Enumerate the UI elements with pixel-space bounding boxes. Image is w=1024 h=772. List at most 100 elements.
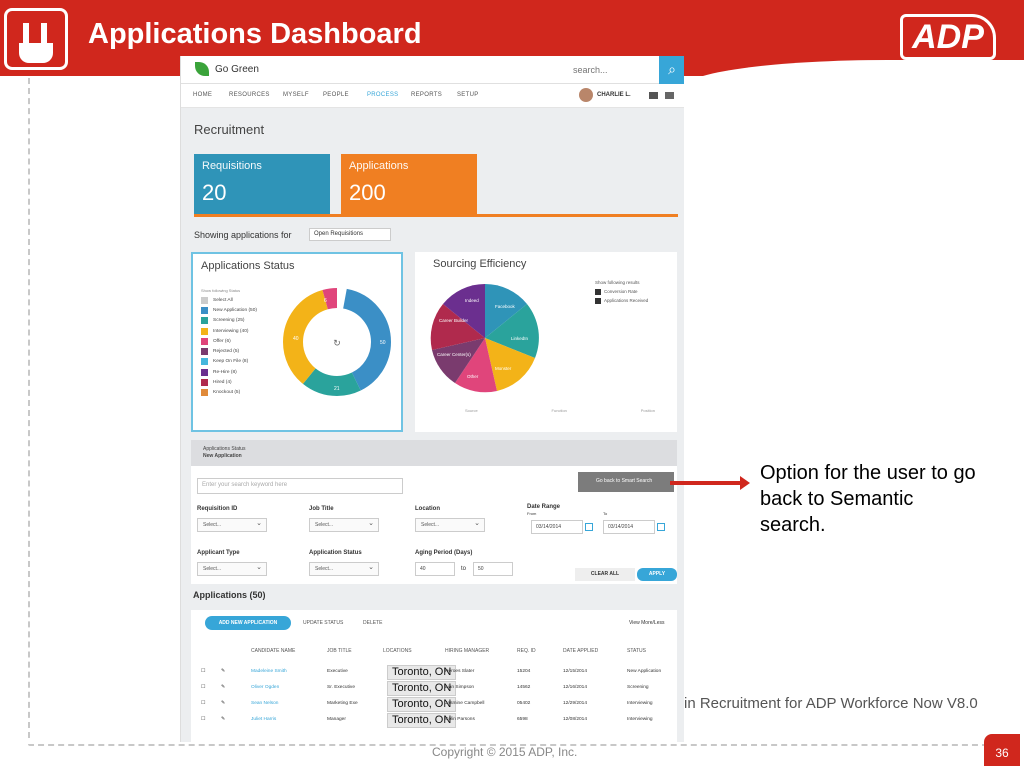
showing-select[interactable]: Open Requisitions xyxy=(309,228,391,241)
col-locations[interactable]: LOCATIONS xyxy=(383,648,412,654)
back-to-smart-search-button[interactable]: Go back to Smart Search xyxy=(578,472,674,492)
legend-item[interactable]: Re-Hire (8) xyxy=(201,367,257,377)
checkbox-icon[interactable] xyxy=(201,296,208,304)
refresh-icon[interactable]: ↻ xyxy=(333,338,341,348)
checkbox-icon[interactable] xyxy=(201,337,208,345)
legend-item[interactable]: Interviewing (40) xyxy=(201,326,257,336)
nav-myself[interactable]: MYSELF xyxy=(283,92,309,98)
axis-position[interactable]: Position xyxy=(641,408,655,413)
cell-name[interactable]: Oliver Ogden xyxy=(251,685,279,690)
axis-source[interactable]: Source xyxy=(465,408,478,413)
col-hiring-manager[interactable]: HIRING MANAGER xyxy=(445,648,489,654)
req-id-select[interactable]: Select... xyxy=(197,518,267,532)
cell-name[interactable]: Madeleine Smith xyxy=(251,669,287,674)
nav-reports[interactable]: REPORTS xyxy=(411,92,442,98)
aging-to-input[interactable]: 50 xyxy=(473,562,513,576)
row-checkbox[interactable]: ☐ xyxy=(201,701,205,706)
view-more-link[interactable]: View More/Less xyxy=(629,620,664,626)
checkbox-icon[interactable] xyxy=(201,317,208,325)
legend-item[interactable]: New Application (50) xyxy=(201,305,257,315)
applications-status-card: Applications Status Show following Statu… xyxy=(191,252,403,432)
table-row[interactable]: ☐ ✎ Juliet Harris Manager Toronto, ON Colin P… xyxy=(191,712,677,728)
legend-item[interactable]: Keep On File (8) xyxy=(201,357,257,367)
cell-name[interactable]: Sean Nelson xyxy=(251,701,278,706)
requisitions-tile[interactable]: Requisitions 20 xyxy=(194,154,330,214)
row-checkbox[interactable]: ☐ xyxy=(201,685,205,690)
applicant-type-select[interactable]: Select... xyxy=(197,562,267,576)
add-application-button[interactable]: ADD NEW APPLICATION xyxy=(205,616,291,630)
checkbox-icon[interactable] xyxy=(201,327,208,335)
legend-item[interactable]: Rejected (5) xyxy=(201,346,257,356)
edit-icon[interactable]: ✎ xyxy=(221,717,225,722)
legend-item[interactable]: Knockout (5) xyxy=(201,388,257,398)
legend-item[interactable]: Select All xyxy=(201,295,257,305)
aging-from-input[interactable]: 40 xyxy=(415,562,455,576)
checkbox-icon[interactable] xyxy=(595,297,601,304)
user-menu[interactable]: CHARLIE L. xyxy=(597,92,631,98)
cell-status: Interviewing xyxy=(627,717,653,722)
legend-item[interactable]: Screening (25) xyxy=(201,316,257,326)
checkbox-icon[interactable] xyxy=(201,358,208,366)
checkbox-icon[interactable] xyxy=(595,288,601,295)
app-status-select[interactable]: Select... xyxy=(309,562,379,576)
nav-setup[interactable]: SETUP xyxy=(457,92,479,98)
clear-all-button[interactable]: CLEAR ALL xyxy=(575,568,635,581)
update-status-link[interactable]: UPDATE STATUS xyxy=(303,620,343,626)
legend-label: Rejected (5) xyxy=(213,349,240,355)
inbox-icon[interactable] xyxy=(665,92,674,99)
legend-head: Show following Status xyxy=(201,288,241,293)
keyword-search-input[interactable]: Enter your search keyword here xyxy=(197,478,403,494)
briefcase-icon[interactable] xyxy=(649,92,658,99)
axis-function[interactable]: Function xyxy=(552,408,567,413)
edit-icon[interactable]: ✎ xyxy=(221,685,225,690)
table-row[interactable]: ☐ ✎ Oliver Ogden Sr. Executive Toronto, ON Li… xyxy=(191,680,677,696)
job-title-select[interactable]: Select... xyxy=(309,518,379,532)
nav-home[interactable]: HOME xyxy=(193,92,212,98)
cell-name[interactable]: Juliet Harris xyxy=(251,717,276,722)
checkbox-icon[interactable] xyxy=(201,348,208,356)
row-checkbox[interactable]: ☐ xyxy=(201,669,205,674)
date-from-input[interactable]: 03/14/2014 xyxy=(531,520,583,534)
location-select[interactable]: Select... xyxy=(415,518,485,532)
calendar-icon[interactable] xyxy=(585,523,593,531)
col-status[interactable]: STATUS xyxy=(627,648,646,654)
col-candidate[interactable]: CANDIDATE NAME xyxy=(251,648,295,654)
sourcing-pie-chart: Indeed Facebook LinkedIn Monster Other C… xyxy=(430,283,539,393)
legend-item[interactable]: Offer (6) xyxy=(201,336,257,346)
avatar[interactable] xyxy=(579,88,593,102)
table-row[interactable]: ☐ ✎ Madeleine Smith Executive Toronto, ON Her… xyxy=(191,664,677,680)
label-applicant-type: Applicant Type xyxy=(197,550,240,556)
checkbox-icon[interactable] xyxy=(201,368,208,376)
search-icon[interactable]: ⌕ xyxy=(659,56,684,84)
cell-status: Interviewing xyxy=(627,701,653,706)
option-received[interactable]: Applications Received xyxy=(595,296,648,305)
date-to-input[interactable]: 03/14/2014 xyxy=(603,520,655,534)
nav-resources[interactable]: RESOURCES xyxy=(229,92,270,98)
edit-icon[interactable]: ✎ xyxy=(221,669,225,674)
legend-label: New Application (50) xyxy=(213,307,257,313)
option-conversion[interactable]: Conversion Rate xyxy=(595,287,648,296)
legend-label: Hired (4) xyxy=(213,380,232,386)
calendar-icon[interactable] xyxy=(657,523,665,531)
col-req-id[interactable]: REQ. ID xyxy=(517,648,536,654)
delete-link[interactable]: DELETE xyxy=(363,620,382,626)
cell-mgr: Jasmine Campbell xyxy=(445,701,485,706)
applications-tile[interactable]: Applications 200 xyxy=(341,154,477,214)
tile-underline xyxy=(194,214,678,217)
checkbox-icon[interactable] xyxy=(201,389,208,397)
edit-icon[interactable]: ✎ xyxy=(221,701,225,706)
col-job-title[interactable]: JOB TITLE xyxy=(327,648,352,654)
apply-button[interactable]: APPLY xyxy=(637,568,677,581)
row-checkbox[interactable]: ☐ xyxy=(201,717,205,722)
checkbox-icon[interactable] xyxy=(201,379,208,387)
legend-item[interactable]: Hired (4) xyxy=(201,377,257,387)
tile-label: Applications xyxy=(349,160,409,172)
nav-people[interactable]: PEOPLE xyxy=(323,92,349,98)
col-date-applied[interactable]: DATE APPLIED xyxy=(563,648,598,654)
nav-process[interactable]: PROCESS xyxy=(367,92,398,98)
table-row[interactable]: ☐ ✎ Sean Nelson Marketing Exe Toronto, ON Jas… xyxy=(191,696,677,712)
cell-req: 05402 xyxy=(517,701,531,706)
status-legend: Show following Status Select All New Appl… xyxy=(201,288,257,398)
search-input[interactable] xyxy=(573,62,657,78)
checkbox-icon[interactable] xyxy=(201,306,208,314)
